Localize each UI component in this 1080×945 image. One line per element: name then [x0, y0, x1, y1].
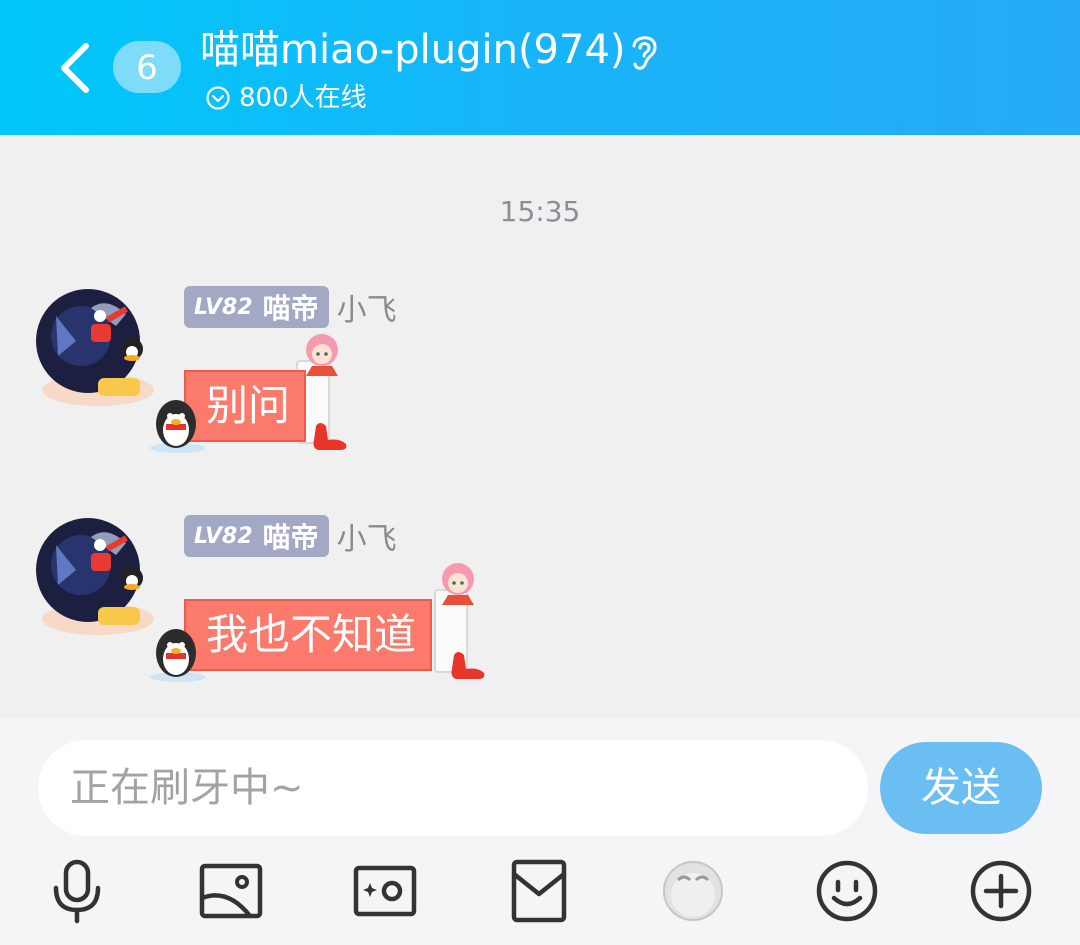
- composer-bar: 发送: [0, 718, 1080, 945]
- member-title: 喵帝: [262, 521, 319, 554]
- penguin-icon: [150, 629, 206, 682]
- sticker-girl-icon: [442, 563, 474, 605]
- sender-nickname[interactable]: 小飞: [337, 285, 397, 329]
- image-icon[interactable]: [198, 858, 264, 924]
- penguin-icon: [150, 400, 206, 453]
- circle-chevron-icon: [206, 86, 230, 110]
- message-timestamp: 15:35: [499, 195, 581, 228]
- bubble-shoe-decoration: [313, 423, 347, 450]
- online-status[interactable]: 800人在线: [205, 78, 367, 118]
- level-label: LV82: [194, 294, 253, 320]
- sticker-icon[interactable]: [660, 858, 726, 924]
- level-tag[interactable]: LV82 喵帝: [184, 286, 329, 328]
- ear-icon[interactable]: [626, 30, 662, 74]
- member-title: 喵帝: [262, 292, 319, 325]
- chat-header: 6 喵喵miao-plugin(974) 800人在线: [0, 0, 1080, 135]
- send-button[interactable]: 发送: [880, 742, 1042, 834]
- level-tag[interactable]: LV82 喵帝: [184, 515, 329, 557]
- sticker-girl-icon: [306, 334, 338, 376]
- bubble-shoe-decoration: [451, 652, 485, 679]
- plus-icon[interactable]: [968, 858, 1034, 924]
- online-count: 800人在线: [239, 83, 367, 113]
- message-row: LV82 喵帝 小飞 我也不知道: [0, 515, 1080, 725]
- red-packet-icon[interactable]: [506, 858, 572, 924]
- emoji-icon[interactable]: [814, 858, 880, 924]
- sender-info: LV82 喵帝 小飞: [184, 286, 397, 328]
- message-bubble-wrap: 别问: [148, 334, 358, 470]
- message-bubble[interactable]: 我也不知道: [184, 599, 433, 671]
- level-label: LV82: [194, 523, 253, 549]
- sender-nickname[interactable]: 小飞: [337, 514, 397, 558]
- camera-icon[interactable]: [352, 858, 418, 924]
- avatar[interactable]: [36, 286, 156, 411]
- group-title[interactable]: 喵喵miao-plugin(974): [200, 22, 626, 78]
- unread-count-badge[interactable]: 6: [113, 41, 181, 93]
- avatar[interactable]: [36, 515, 156, 640]
- message-input[interactable]: [38, 740, 868, 836]
- chevron-left-icon[interactable]: [50, 38, 100, 98]
- sender-info: LV82 喵帝 小飞: [184, 515, 397, 557]
- message-bubble-wrap: 我也不知道: [148, 563, 498, 699]
- microphone-icon[interactable]: [44, 858, 110, 924]
- message-row: LV82 喵帝 小飞 别问: [0, 286, 1080, 496]
